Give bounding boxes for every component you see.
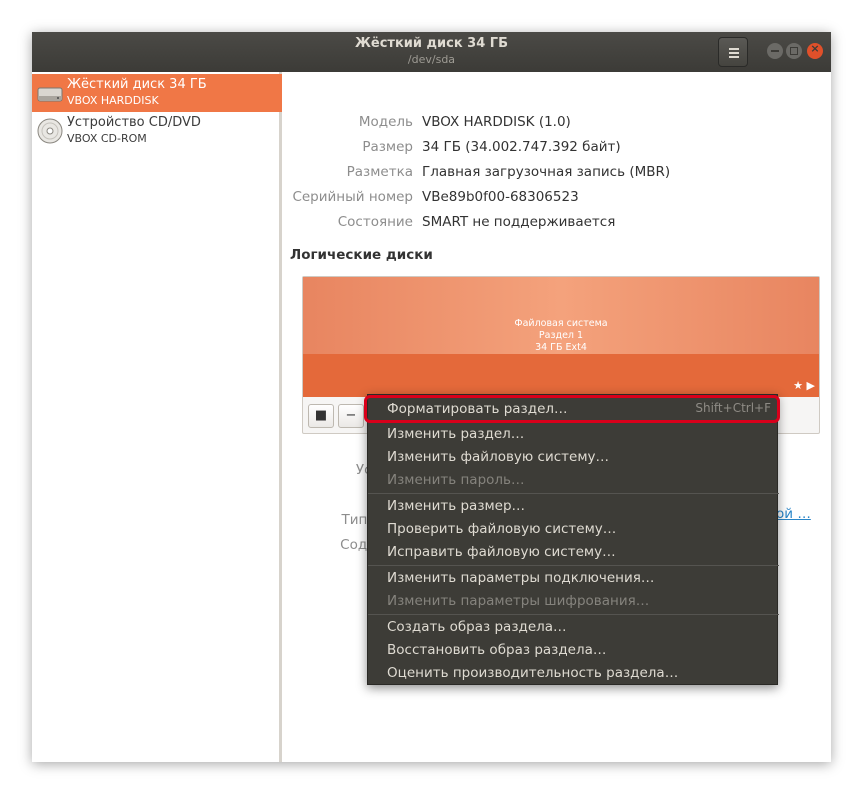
- close-icon: ×: [810, 42, 820, 55]
- window-title: Жёсткий диск 34 ГБ: [354, 36, 508, 51]
- volumes-heading: Логические диски: [290, 247, 433, 263]
- menu-separator: [368, 614, 779, 615]
- drive-model: VBOX CD-ROM: [67, 132, 147, 145]
- partition-context-menu: Форматировать раздел… Shift+Ctrl+F Измен…: [367, 394, 779, 685]
- partition-1-bar[interactable]: [303, 354, 819, 397]
- maximize-icon: [790, 47, 798, 55]
- minus-icon: −: [345, 408, 357, 423]
- star-icon: ★ ▶: [793, 379, 815, 392]
- cdrom-icon: [37, 118, 63, 144]
- sidebar-item-cdrom[interactable]: Устройство CD/DVD VBOX CD-ROM: [32, 112, 282, 150]
- prop-partitioning: Разметка Главная загрузочная запись (MBR…: [346, 164, 671, 180]
- menu-item-resize[interactable]: Изменить размер…: [368, 495, 779, 518]
- partition-label-line: Раздел 1: [538, 330, 584, 341]
- title-bar[interactable]: Жёсткий диск 34 ГБ /dev/sda ×: [32, 32, 831, 72]
- minimize-button[interactable]: [767, 43, 783, 59]
- unmount-button[interactable]: ■: [308, 404, 334, 428]
- partition-label-line: Файловая система: [514, 318, 608, 329]
- prop-size: Размер 34 ГБ (34.002.747.392 байт): [362, 139, 621, 155]
- sidebar-item-harddisk[interactable]: Жёсткий диск 34 ГБ VBOX HARDDISK: [32, 74, 282, 112]
- drive-name: Устройство CD/DVD: [67, 115, 201, 130]
- prop-state: Состояние SMART не поддерживается: [337, 214, 616, 230]
- minimize-icon: [771, 50, 779, 52]
- menu-item-edit-filesystem[interactable]: Изменить файловую систему…: [368, 446, 779, 469]
- harddisk-icon: [37, 87, 63, 102]
- hamburger-icon: [729, 48, 739, 50]
- menu-separator: [368, 493, 779, 494]
- menu-separator: [368, 565, 779, 566]
- menu-item-repair-filesystem[interactable]: Исправить файловую систему…: [368, 541, 779, 564]
- maximize-button[interactable]: [786, 43, 802, 59]
- menu-item-encryption-options: Изменить параметры шифрования…: [387, 593, 650, 609]
- mount-link[interactable]: ой …: [776, 506, 811, 522]
- menu-item-mount-options[interactable]: Изменить параметры подключения…: [368, 567, 779, 590]
- stop-icon: ■: [314, 408, 328, 423]
- menu-item-edit-partition[interactable]: Изменить раздел…: [368, 423, 779, 446]
- menu-item-check-filesystem[interactable]: Проверить файловую систему…: [368, 518, 779, 541]
- partition-label-line: 34 ГБ Ext4: [535, 342, 587, 353]
- close-button[interactable]: ×: [807, 42, 823, 59]
- drive-model: VBOX HARDDISK: [67, 94, 159, 107]
- hamburger-menu-button[interactable]: [718, 37, 748, 67]
- highlight-annotation: [364, 395, 780, 423]
- menu-item-benchmark[interactable]: Оценить производительность раздела…: [368, 662, 779, 685]
- drive-name: Жёсткий диск 34 ГБ: [67, 77, 207, 92]
- drive-sidebar: Жёсткий диск 34 ГБ VBOX HARDDISK Устройс…: [32, 72, 282, 762]
- window-subtitle: /dev/sda: [407, 53, 456, 66]
- menu-item-create-image[interactable]: Создать образ раздела…: [368, 616, 779, 639]
- menu-item-restore-image[interactable]: Восстановить образ раздела…: [368, 639, 779, 662]
- prop-model: Модель VBOX HARDDISK (1.0): [358, 114, 571, 130]
- menu-item-change-passphrase: Изменить пароль…: [387, 472, 525, 488]
- prop-serial: Серийный номер VBe89b0f00-68306523: [292, 189, 579, 205]
- delete-partition-button[interactable]: −: [338, 404, 364, 428]
